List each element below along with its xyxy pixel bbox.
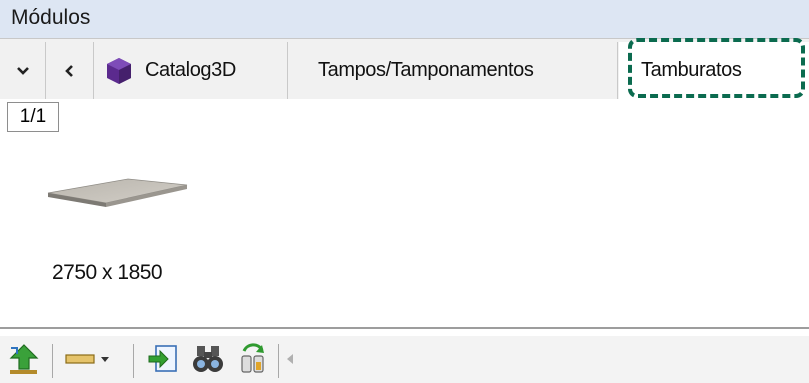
tab-label: Tamburatos bbox=[641, 59, 742, 81]
pager-indicator: 1/1 bbox=[7, 102, 59, 132]
chevron-down-icon bbox=[16, 66, 29, 75]
line-style-dropdown-icon[interactable] bbox=[64, 346, 124, 372]
refresh-bottles-icon[interactable] bbox=[236, 342, 270, 376]
tab-catalog3d[interactable]: Catalog3D bbox=[94, 42, 288, 99]
module-item[interactable] bbox=[40, 168, 190, 218]
module-caption: 2750 x 1850 bbox=[52, 261, 163, 284]
tab-bar: Catalog3D Tampos/Tamponamentos Tamburato… bbox=[0, 38, 809, 99]
panel-titlebar: Módulos bbox=[0, 0, 809, 38]
purple-cube-icon bbox=[107, 57, 131, 84]
tabs-dropdown-button[interactable] bbox=[0, 42, 46, 99]
tab-label: Tampos/Tamponamentos bbox=[318, 59, 534, 81]
panel-title: Módulos bbox=[11, 6, 91, 29]
import-arrow-icon[interactable] bbox=[146, 342, 180, 376]
tab-label: Catalog3D bbox=[145, 59, 236, 81]
panel-board-icon bbox=[47, 178, 188, 207]
chevron-left-icon bbox=[64, 64, 73, 77]
binoculars-icon[interactable] bbox=[192, 342, 226, 376]
tabs-prev-button[interactable] bbox=[46, 42, 94, 99]
toolbar-separator bbox=[278, 344, 279, 378]
divider bbox=[0, 327, 809, 329]
tab-tampos-tamponamentos[interactable]: Tampos/Tamponamentos bbox=[288, 42, 618, 99]
scroll-left-icon[interactable] bbox=[284, 352, 298, 366]
green-up-arrow-icon[interactable] bbox=[7, 342, 41, 376]
toolbar-separator bbox=[133, 344, 134, 378]
bottom-toolbar bbox=[0, 336, 809, 383]
tab-tamburatos[interactable]: Tamburatos bbox=[619, 42, 809, 99]
toolbar-separator bbox=[52, 344, 53, 378]
